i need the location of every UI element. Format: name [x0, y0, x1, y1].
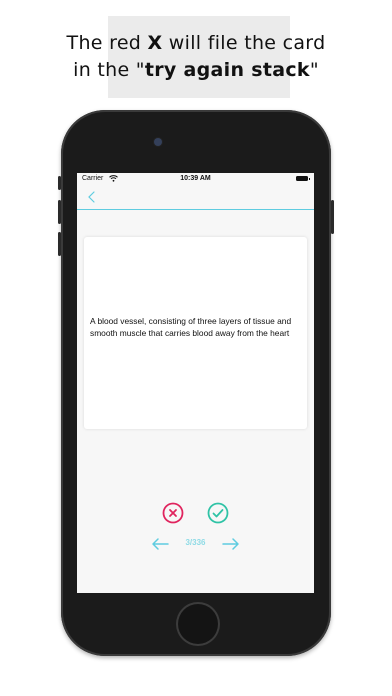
volume-up-button	[58, 200, 61, 224]
caption-line-1: The red X will file the card	[0, 30, 392, 57]
arrow-left-icon[interactable]	[151, 537, 169, 551]
caption-bold-text: try again stack	[144, 59, 310, 81]
volume-down-button	[58, 232, 61, 256]
back-chevron-icon[interactable]	[85, 190, 99, 204]
power-button	[331, 200, 334, 234]
caption-text: "	[309, 59, 319, 81]
caption-text: will file the card	[162, 32, 326, 54]
flash-card[interactable]: A blood vessel, consisting of three laye…	[84, 237, 307, 429]
caption-bold-text: X	[147, 32, 163, 54]
status-time: 10:39 AM	[180, 175, 211, 182]
navigation-bar	[77, 185, 314, 210]
front-camera	[154, 138, 162, 146]
caption-text: in the "	[73, 59, 145, 81]
card-counter: 3/336	[185, 538, 206, 547]
home-button	[178, 604, 218, 644]
caption-text: The red	[66, 32, 148, 54]
promo-caption: The red X will file the card in the "try…	[0, 30, 392, 84]
arrow-right-icon[interactable]	[222, 537, 240, 551]
status-bar: Carrier 10:39 AM	[77, 173, 314, 185]
app-screen: Carrier 10:39 AM A blood vessel, consist…	[77, 173, 314, 593]
check-circle-icon[interactable]	[207, 502, 229, 524]
close-circle-icon[interactable]	[162, 502, 184, 524]
caption-line-2: in the "try again stack"	[0, 57, 392, 84]
battery-icon	[296, 176, 310, 181]
card-definition-text: A blood vessel, consisting of three laye…	[90, 316, 292, 338]
mute-switch	[58, 176, 61, 190]
